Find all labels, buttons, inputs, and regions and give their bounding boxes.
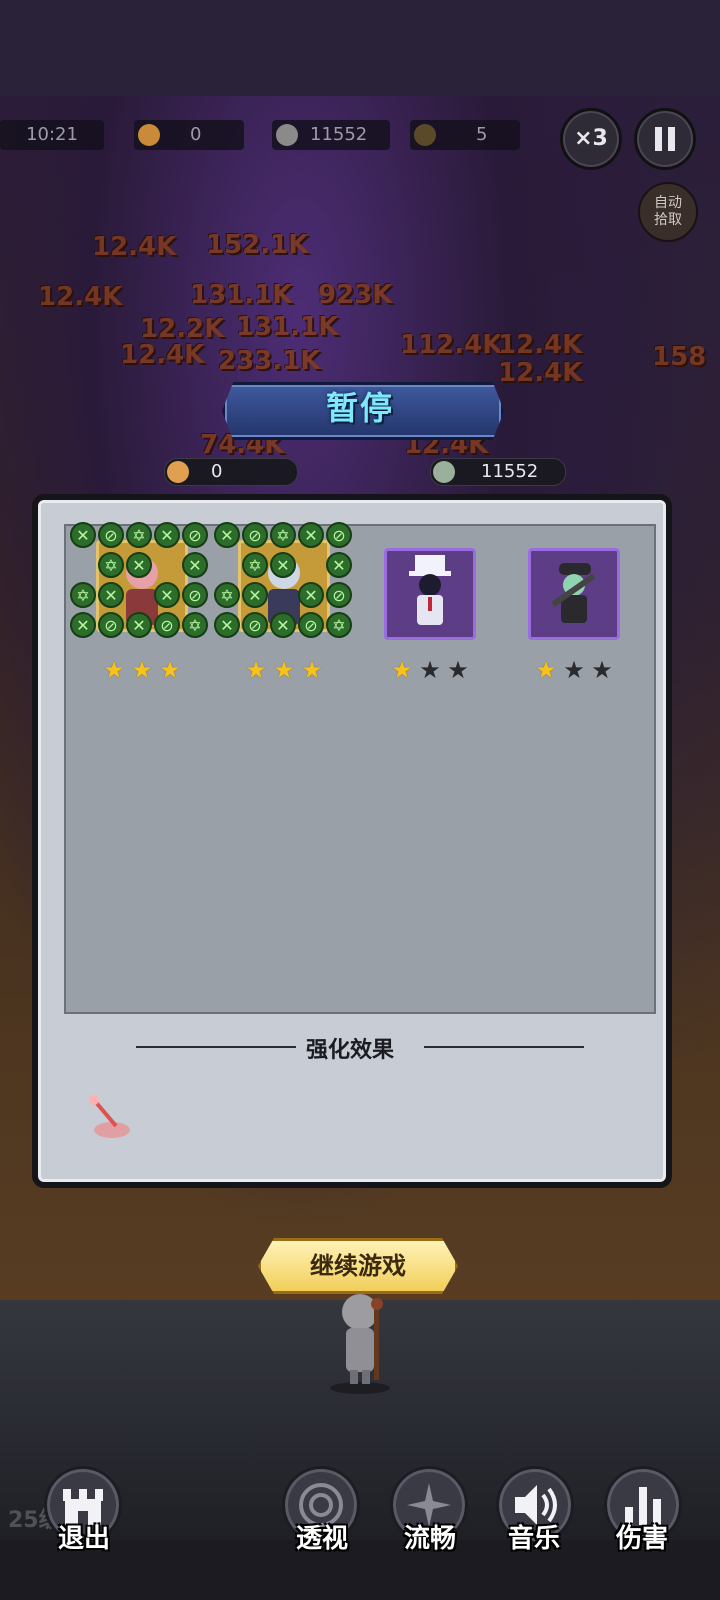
buff-badge-icon: ✡ [270,522,296,548]
star-filled-icon: ★ [103,656,125,684]
speed-button[interactable]: ×3 [560,108,622,170]
buff-badge-icon: ⊘ [154,612,180,638]
buff-badge-icon: ✕ [154,522,180,548]
hero-1-buff-badges: ✕ ⊘ ✡ ✕ ⊘ ✡ ✕ ✕ ✡ ✕ ✕ ⊘ ✕ ⊘ ✕ ⊘ ✡ [70,514,214,646]
continue-label[interactable]: 继续游戏 [258,1238,458,1294]
hero-portrait [551,563,596,623]
buff-badge-icon: ⊘ [98,612,124,638]
buff-badge-icon: ⊘ [182,582,208,608]
hero-2-buff-badges: ✕ ⊘ ✡ ✕ ⊘ ✡ ✕ ✕ ✡ ✕ ✕ ⊘ ✕ ⊘ ✕ ⊘ ✡ [214,514,358,646]
buff-badge-icon: ✡ [214,582,240,608]
coin-icon [167,461,189,483]
buff-badge-icon: ✡ [70,582,96,608]
star-empty-icon: ★ [591,656,613,684]
coin-count: 0 [190,124,202,145]
buff-badge-icon: ✕ [126,612,152,638]
coin-counter: 0 [134,120,244,150]
blood-tear-buff-icon[interactable] [84,1092,136,1144]
buff-badge-icon: ⊘ [242,522,268,548]
buff-badge-icon: ✕ [270,552,296,578]
pause-coin-counter: 0 [164,458,298,486]
pause-button[interactable] [634,108,696,170]
auto-pickup-label: 自动拾取 [654,195,682,228]
buff-badge-icon: ✕ [298,522,324,548]
buff-badge-icon: ✕ [98,582,124,608]
divider-left [136,1046,296,1048]
coin-icon [138,124,160,146]
star-empty-icon: ★ [563,656,585,684]
pause-kill-count: 11552 [481,461,539,482]
star-empty-icon: ★ [419,656,441,684]
pause-title: 暂停 [325,389,394,427]
buff-badge-icon: ⊘ [326,582,352,608]
hero-slot-3[interactable] [384,548,476,640]
timer-display: 10:21 [0,120,104,150]
buff-badge-icon: ⊘ [182,522,208,548]
star-filled-icon: ★ [301,656,323,684]
buff-badge-icon: ⊘ [98,522,124,548]
buff-badge-icon: ⊘ [298,612,324,638]
hero-1-stars: ★ ★ ★ [96,658,188,682]
star-filled-icon: ★ [159,656,181,684]
buff-badge-icon: ✕ [214,522,240,548]
boss-kill-count: 5 [476,124,488,145]
star-filled-icon: ★ [535,656,557,684]
pause-kill-counter: 11552 [430,458,566,486]
auto-pickup-button[interactable]: 自动拾取 [638,182,698,242]
hero-slot-4[interactable] [528,548,620,640]
top-bar-background [0,0,720,96]
buff-badge-icon: ✡ [242,552,268,578]
buff-badge-icon: ✡ [182,612,208,638]
star-filled-icon: ★ [391,656,413,684]
hero-4-stars: ★ ★ ★ [528,658,620,682]
buff-badge-icon: ✕ [154,582,180,608]
hero-3-stars: ★ ★ ★ [384,658,476,682]
star-filled-icon: ★ [245,656,267,684]
buff-badge-icon: ✕ [326,552,352,578]
kill-count: 11552 [310,124,368,145]
skull-icon [276,124,298,146]
star-empty-icon: ★ [447,656,469,684]
hero-portrait [409,555,451,625]
damage-label: 伤害 [615,1524,668,1554]
divider-right [424,1046,584,1048]
music-label: 音乐 [507,1524,560,1554]
xray-label: 透视 [295,1524,348,1554]
hero-2-stars: ★ ★ ★ [238,658,330,682]
buff-badge-icon: ✕ [182,552,208,578]
enhance-title: 强化效果 [306,1038,395,1063]
exit-label: 退出 [57,1524,110,1554]
buff-badge-icon: ✕ [70,522,96,548]
buff-badge-icon: ✕ [126,552,152,578]
star-filled-icon: ★ [273,656,295,684]
smooth-label: 流畅 [403,1524,456,1554]
timer-text: 10:21 [26,124,78,145]
pause-coin-count: 0 [211,461,223,482]
star-filled-icon: ★ [131,656,153,684]
buff-badge-icon: ✕ [270,612,296,638]
skull-icon [433,461,455,483]
buff-badge-icon: ✕ [242,582,268,608]
boss-kill-counter: 5 [410,120,520,150]
buff-badge-icon: ✡ [126,522,152,548]
buff-badge-icon: ✕ [298,582,324,608]
pause-icon [655,127,675,151]
buff-badge-icon: ✕ [70,612,96,638]
buff-badge-icon: ⊘ [326,522,352,548]
buff-badge-icon: ✡ [326,612,352,638]
buff-badge-icon: ✡ [98,552,124,578]
buff-badge-icon: ⊘ [242,612,268,638]
demon-icon [414,124,436,146]
kill-counter: 11552 [272,120,390,150]
buff-badge-icon: ✕ [214,612,240,638]
